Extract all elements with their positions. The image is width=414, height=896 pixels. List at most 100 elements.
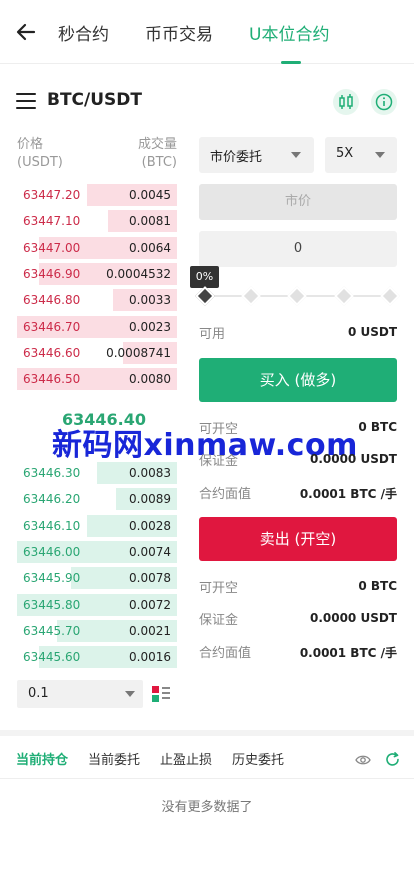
available-value: 0 USDT [347,325,397,339]
depth-precision-value: 0.1 [28,686,49,701]
ask-quantity: 0.0033 [129,293,171,308]
bid-price: 63445.70 [23,623,81,638]
order-type-value: 市价委托 [210,150,263,165]
candlestick-icon [339,94,353,109]
slider-step-50[interactable] [287,286,307,306]
ask-quantity: 0.0080 [129,372,171,387]
slider-step-0[interactable] [195,286,215,306]
tab-take-profit-stop-loss[interactable]: 止盈止损 [160,749,212,768]
ask-row[interactable]: 63447.10 0.0081 [17,210,177,233]
top-bar: 秒合约 币币交易 U本位合约 [0,0,414,64]
buy-long-button[interactable]: 买入 (做多) [199,358,397,402]
sell-face-value-label: 合约面值 [199,646,252,661]
ask-price: 63447.10 [23,214,81,229]
ask-price: 63447.00 [23,240,81,255]
ask-price: 63446.50 [23,372,81,387]
ask-quantity: 0.0008741 [106,345,171,360]
ask-price: 63446.70 [23,319,81,334]
tab-current-orders[interactable]: 当前委托 [88,749,140,768]
bid-row[interactable]: 63445.80 0.0072 [17,593,177,616]
bid-price: 63445.60 [23,650,81,665]
back-arrow-icon[interactable] [14,20,38,44]
slider-step-25[interactable] [241,286,261,306]
available-label: 可用 [199,327,226,342]
sell-open-label: 可开空 [199,581,239,596]
buy-margin-value: 0.0000 USDT [309,452,397,466]
depth-precision-select[interactable]: 0.1 [17,680,143,708]
tabs-underline-divider [0,778,414,779]
bid-row[interactable]: 63446.00 0.0074 [17,540,177,563]
trading-pair[interactable]: BTC/USDT [47,90,142,110]
buy-margin-label: 保证金 [199,454,239,469]
ask-row[interactable]: 63447.00 0.0064 [17,236,177,259]
ask-row[interactable]: 63446.70 0.0023 [17,315,177,338]
eye-icon[interactable] [355,752,371,768]
info-icon [375,93,393,111]
order-type-select[interactable]: 市价委托 [199,137,314,173]
kline-chart-button[interactable] [333,89,359,115]
ask-row[interactable]: 63446.50 0.0080 [17,368,177,391]
active-tab-indicator [281,61,301,64]
empty-state-text: 没有更多数据了 [161,800,253,815]
tab-usdt-futures[interactable]: U本位合约 [249,20,329,45]
slider-step-75[interactable] [334,286,354,306]
chevron-down-icon [125,691,135,697]
ask-quantity: 0.0045 [129,188,171,202]
ask-price: 63447.20 [23,188,81,202]
orderbook-layout-icon[interactable] [151,684,171,704]
bid-row[interactable]: 63445.70 0.0021 [17,619,177,642]
sell-open-value: 0 BTC [358,579,397,593]
bid-price: 63446.00 [23,544,81,559]
ask-quantity: 0.0004532 [106,266,171,281]
sell-short-button[interactable]: 卖出 (开空) [199,517,397,561]
buy-open-value: 0 BTC [358,420,397,434]
buy-open-label: 可开空 [199,422,239,437]
bid-price: 63446.30 [23,466,81,480]
leverage-select[interactable]: 5X [325,137,397,173]
ask-quantity: 0.0081 [129,214,171,229]
ask-quantity: 0.0064 [129,240,171,255]
ask-row[interactable]: 63446.80 0.0033 [17,289,177,312]
buy-face-value-label: 合约面值 [199,487,252,502]
quantity-input[interactable] [199,231,397,267]
tab-spot-trading[interactable]: 币币交易 [145,20,213,45]
ask-row[interactable]: 63447.20 0.0045 [17,184,177,206]
chevron-down-icon [291,152,301,158]
bid-quantity: 0.0072 [129,597,171,612]
bid-quantity: 0.0083 [129,466,171,480]
bid-row[interactable]: 63445.60 0.0016 [17,646,177,669]
bid-row[interactable]: 63446.30 0.0083 [17,462,177,484]
bid-quantity: 0.0028 [129,518,171,533]
ask-quantity: 0.0023 [129,319,171,334]
pair-bar: BTC/USDT [0,84,414,120]
bid-row[interactable]: 63446.20 0.0089 [17,488,177,511]
bid-price: 63446.20 [23,492,81,507]
bid-row[interactable]: 63445.90 0.0078 [17,567,177,590]
section-divider [0,730,414,736]
sell-margin-label: 保证金 [199,613,239,628]
sell-margin-value: 0.0000 USDT [309,611,397,625]
ask-row[interactable]: 63446.60 0.0008741 [17,341,177,364]
bid-quantity: 0.0021 [129,623,171,638]
ask-row[interactable]: 63446.90 0.0004532 [17,262,177,285]
tab-second-contract[interactable]: 秒合约 [58,20,109,45]
bid-quantity: 0.0074 [129,544,171,559]
menu-icon[interactable] [16,93,36,109]
refresh-icon[interactable] [384,751,401,768]
volume-header: 成交量 (BTC) [137,137,177,170]
tab-current-positions[interactable]: 当前持仓 [16,749,68,768]
bid-quantity: 0.0089 [129,492,171,507]
sell-face-value: 0.0001 BTC /手 [299,646,397,660]
slider-step-100[interactable] [380,286,400,306]
ask-price: 63446.60 [23,345,81,360]
bid-price: 63446.10 [23,518,81,533]
buy-face-value: 0.0001 BTC /手 [299,487,397,501]
ask-price: 63446.80 [23,293,81,308]
bid-price: 63445.90 [23,571,81,586]
tab-order-history[interactable]: 历史委托 [232,749,284,768]
bid-row[interactable]: 63446.10 0.0028 [17,514,177,537]
bid-price: 63445.80 [23,597,81,612]
leverage-value: 5X [336,146,354,161]
price-field[interactable]: 市价 [199,184,397,220]
info-button[interactable] [371,89,397,115]
